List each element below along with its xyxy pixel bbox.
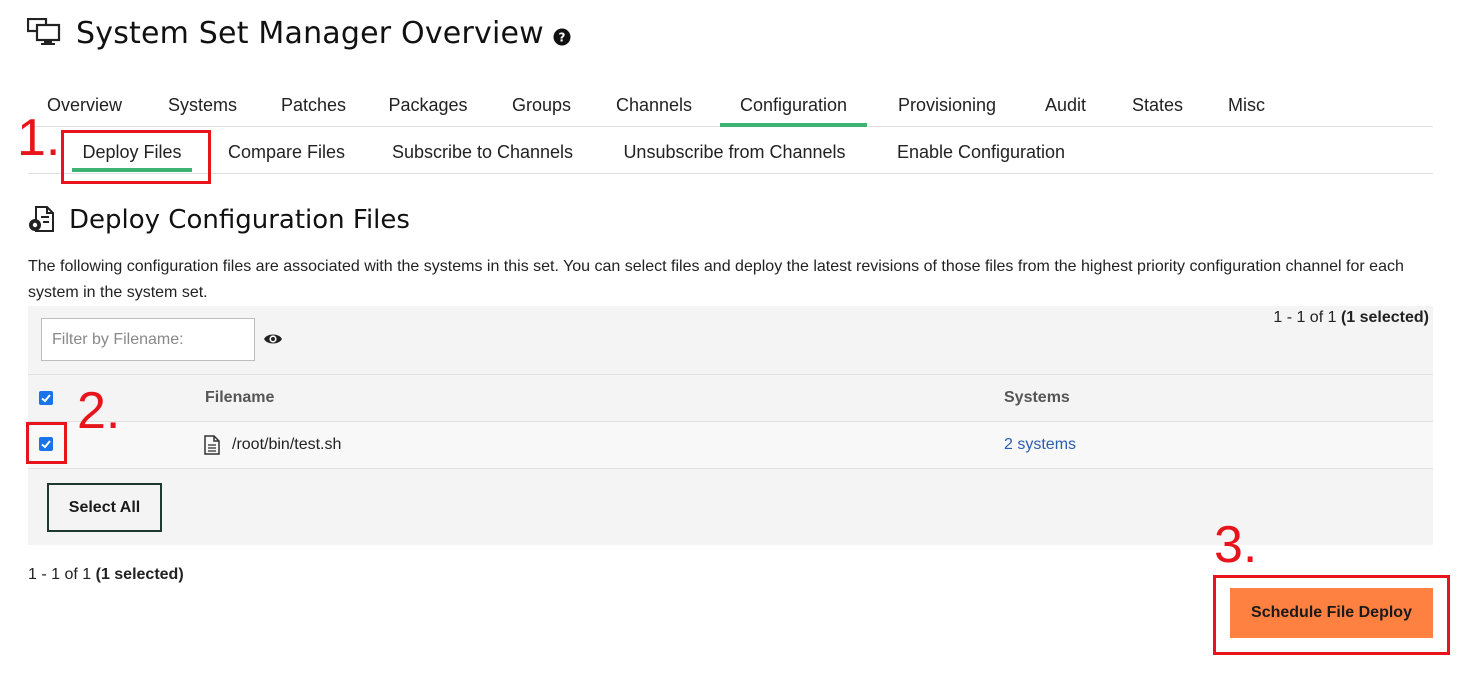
pagination-top: 1 - 1 of 1 (1 selected) xyxy=(1273,307,1429,329)
check-icon xyxy=(41,394,51,403)
svg-text:?: ? xyxy=(559,31,566,45)
pagination-selected: (1 selected) xyxy=(1340,309,1429,326)
filename-cell: /root/bin/test.sh xyxy=(232,436,342,453)
tab-configuration[interactable]: Configuration xyxy=(720,86,867,127)
file-icon xyxy=(204,435,220,455)
annotation-step-2: 2. xyxy=(77,382,121,440)
page-title: System Set Manager Overview xyxy=(76,16,544,51)
systems-link[interactable]: 2 systems xyxy=(1004,422,1076,468)
tab-states[interactable]: States xyxy=(1118,86,1197,127)
select-all-checkbox[interactable] xyxy=(39,391,53,405)
column-header-systems: Systems xyxy=(1004,389,1070,406)
tab-groups[interactable]: Groups xyxy=(495,86,588,127)
subtab-unsubscribe-channels[interactable]: Unsubscribe from Channels xyxy=(611,127,858,174)
subtab-compare-files[interactable]: Compare Files xyxy=(218,127,355,174)
filename-filter-input[interactable] xyxy=(41,318,255,361)
pagination-range: 1 - 1 of 1 xyxy=(28,566,92,583)
monitor-icon xyxy=(27,18,61,45)
question-circle-icon[interactable]: ? xyxy=(553,28,571,46)
annotation-step-3: 3. xyxy=(1214,516,1258,574)
select-all-button[interactable]: Select All xyxy=(47,483,162,532)
annotation-box-deploy-files xyxy=(61,130,211,184)
tab-misc[interactable]: Misc xyxy=(1212,86,1281,127)
annotation-box-schedule xyxy=(1213,575,1450,655)
tab-audit[interactable]: Audit xyxy=(1028,86,1103,127)
tab-patches[interactable]: Patches xyxy=(266,86,361,127)
annotation-box-row-checkbox xyxy=(26,422,67,464)
tab-provisioning[interactable]: Provisioning xyxy=(881,86,1013,127)
sub-tabs: Deploy Files Compare Files Subscribe to … xyxy=(28,127,1433,174)
pagination-bottom: 1 - 1 of 1 (1 selected) xyxy=(28,564,184,586)
subtab-enable-configuration[interactable]: Enable Configuration xyxy=(885,127,1077,174)
tab-channels[interactable]: Channels xyxy=(600,86,708,127)
tab-systems[interactable]: Systems xyxy=(154,86,251,127)
subtab-subscribe-channels[interactable]: Subscribe to Channels xyxy=(381,127,584,174)
eye-icon[interactable] xyxy=(263,331,283,347)
tab-packages[interactable]: Packages xyxy=(375,86,481,127)
column-header-filename[interactable]: Filename xyxy=(205,375,274,421)
pagination-range: 1 - 1 of 1 xyxy=(1273,309,1337,326)
annotation-step-1: 1. xyxy=(17,109,61,167)
table-header: Filename Systems xyxy=(28,374,1433,422)
config-file-gear-icon xyxy=(29,206,54,232)
pagination-selected: (1 selected) xyxy=(95,566,184,583)
main-tabs: Overview Systems Patches Packages Groups… xyxy=(28,86,1433,127)
section-title: Deploy Configuration Files xyxy=(69,205,410,235)
table-row: /root/bin/test.sh 2 systems xyxy=(28,422,1433,469)
section-description: The following configuration files are as… xyxy=(28,258,1404,301)
